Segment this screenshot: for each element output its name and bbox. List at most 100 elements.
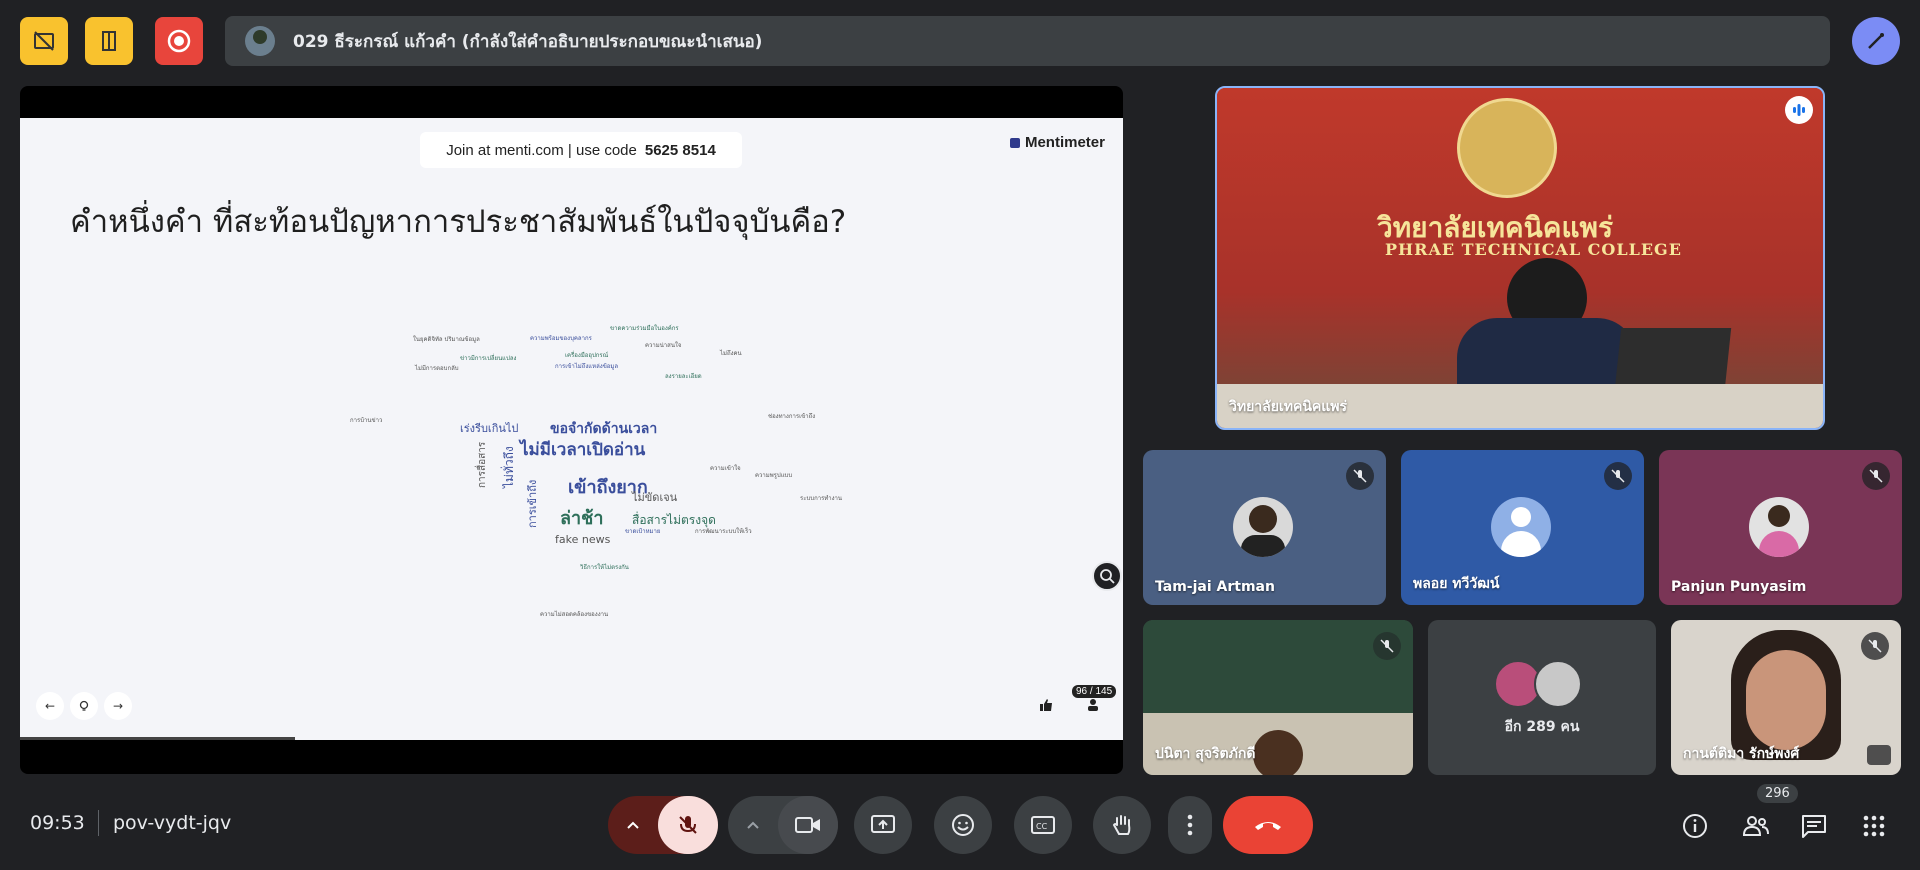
arrow-right-icon: →	[112, 699, 124, 713]
end-call-button[interactable]	[1223, 796, 1313, 854]
present-button[interactable]	[854, 796, 912, 854]
annotate-button[interactable]	[1852, 17, 1900, 65]
raise-hand-button[interactable]	[1093, 796, 1151, 854]
mic-toggle-button[interactable]	[658, 796, 718, 854]
hand-icon	[1112, 815, 1131, 835]
apps-grid-icon	[1863, 815, 1885, 837]
record-icon	[167, 29, 191, 53]
recording-button[interactable]	[155, 17, 203, 65]
chat-button[interactable]	[1796, 808, 1832, 844]
others-count: อีก 289 คน	[1504, 719, 1580, 735]
present-screen-icon	[871, 815, 895, 833]
word-cloud-term: ความพรูปแบบ	[755, 472, 793, 479]
activities-button[interactable]	[1856, 808, 1892, 844]
word-cloud-term: ในยุคดิจิทัล ปริมาณข้อมูล	[413, 336, 480, 343]
word-cloud-term: ระบบการทำงาน	[800, 495, 843, 502]
pip-icon[interactable]	[1867, 745, 1891, 765]
word-cloud-term: ขาดเป้าหมาย	[625, 528, 661, 535]
hide-captions-button[interactable]	[20, 17, 68, 65]
participant-avatar	[1491, 497, 1551, 557]
word-cloud-term: การสื่อสาร	[477, 441, 488, 488]
audio-options-button[interactable]	[608, 796, 658, 854]
chevron-up-icon	[627, 821, 639, 829]
zoom-icon	[1100, 569, 1115, 584]
word-cloud-term: fake news	[555, 533, 611, 546]
word-cloud-term: ความพร้อมของบุคลากร	[530, 335, 592, 342]
word-cloud-term: เครื่องมืออุปกรณ์	[565, 352, 609, 359]
word-cloud-term: ไม่มีเวลาเปิดอ่าน	[520, 440, 646, 460]
person-icon	[1088, 699, 1098, 711]
others-tile[interactable]: อีก 289 คน	[1428, 620, 1656, 775]
word-cloud-term: ไม่ทั่วถึง	[502, 446, 516, 488]
slide: Join at menti.com | use code 5625 8514 M…	[20, 118, 1123, 740]
prev-slide-button[interactable]: ←	[36, 692, 64, 720]
word-cloud-term: ข่าวมีการเปลี่ยนแปลง	[460, 355, 517, 362]
participant-video-head	[1253, 730, 1303, 775]
video-options-button[interactable]	[728, 796, 778, 854]
reaction-button[interactable]	[1033, 692, 1059, 718]
participant-name: Panjun Punyasim	[1671, 579, 1807, 595]
mic-off-icon	[1611, 469, 1625, 483]
chalkboard	[1143, 620, 1413, 713]
audio-wave-icon	[1793, 104, 1805, 116]
meeting-info-button[interactable]	[1677, 808, 1713, 844]
audience-button[interactable]	[1080, 692, 1106, 718]
thumbs-up-icon	[1040, 699, 1052, 711]
word-cloud-term: ไม่ถึงคน	[720, 350, 742, 357]
chevron-up-icon	[747, 821, 759, 829]
emoji-button[interactable]	[934, 796, 992, 854]
participant-video-face	[1746, 650, 1826, 750]
presenter-name: 029 ธีระกรณ์ แก้วคำ (กำลังใส่คำอธิบายประ…	[293, 31, 763, 52]
more-vert-icon	[1187, 814, 1193, 836]
word-cloud-term: การบ้านข่าว	[350, 417, 383, 424]
zoom-button[interactable]	[1092, 561, 1122, 591]
presenter-bar[interactable]: 029 ธีระกรณ์ แก้วคำ (กำลังใส่คำอธิบายประ…	[225, 16, 1830, 66]
college-sign-en: PHRAE TECHNICAL COLLEGE	[1385, 240, 1682, 259]
word-cloud-term: ความน่าสนใจ	[645, 342, 682, 349]
word-cloud-term: วิธีการให้ไม่ตรงกัน	[580, 564, 629, 571]
word-cloud: เข้าถึงยาก ไม่มีเวลาเปิดอ่าน ล่าช้า ขอจำกัด…	[20, 118, 1123, 740]
word-cloud-term: เร่งรีบเกินไป	[460, 422, 519, 435]
participant-tile[interactable]: ปนิตา สุจริตภักดี	[1143, 620, 1413, 775]
participant-count-badge: 296	[1757, 784, 1798, 803]
word-cloud-term: ไม่มีการตอบกลับ	[415, 365, 459, 372]
hint-button[interactable]	[70, 692, 98, 720]
participant-name: พลอย ทวีวัฒน์	[1413, 576, 1500, 592]
window-button[interactable]	[85, 17, 133, 65]
slide-progress	[20, 737, 295, 740]
hang-up-icon	[1255, 822, 1281, 830]
word-cloud-term: การเข้าไม่ถึงแหล่งข้อมูล	[555, 363, 619, 370]
participant-avatar	[1749, 497, 1809, 557]
participant-avatar	[1233, 497, 1293, 557]
camera-group	[728, 796, 838, 854]
muted-indicator	[1862, 462, 1890, 490]
speaking-indicator	[1785, 96, 1813, 124]
meeting-code: pov-vydt-jqv	[113, 812, 232, 834]
participant-tile[interactable]: Panjun Punyasim	[1659, 450, 1902, 605]
more-options-button[interactable]	[1168, 796, 1212, 854]
camera-toggle-button[interactable]	[778, 796, 838, 854]
emoji-icon	[952, 814, 974, 836]
participant-name: กานต์ติมา รักษ์พงศ์	[1683, 746, 1800, 762]
word-cloud-term: ขอจำกัดด้านเวลา	[550, 421, 658, 437]
mic-off-icon	[1868, 639, 1882, 653]
participant-tile[interactable]: พลอย ทวีวัฒน์	[1401, 450, 1644, 605]
captions-button[interactable]: CC	[1014, 796, 1072, 854]
muted-indicator	[1861, 632, 1889, 660]
clock: 09:53	[30, 812, 85, 834]
participant-tile[interactable]: Tam-jai Artman	[1143, 450, 1386, 605]
info-icon	[1683, 814, 1707, 838]
word-cloud-term: ความเข้าใจ	[710, 465, 741, 472]
mic-group	[608, 796, 718, 854]
captions-icon: CC	[1031, 816, 1055, 834]
magic-wand-icon	[1868, 33, 1884, 49]
participant-tile[interactable]: กานต์ติมา รักษ์พงศ์	[1671, 620, 1901, 775]
speaker-tile[interactable]: วิทยาลัยเทคนิคแพร่ PHRAE TECHNICAL COLLE…	[1215, 86, 1825, 430]
mic-off-icon	[1380, 639, 1394, 653]
arrow-left-icon: ←	[44, 699, 56, 713]
mic-off-icon	[679, 816, 697, 834]
people-button[interactable]	[1738, 808, 1774, 844]
muted-indicator	[1604, 462, 1632, 490]
next-slide-button[interactable]: →	[104, 692, 132, 720]
word-cloud-term: การพัฒนาระบบให้เร็ว	[695, 528, 752, 535]
